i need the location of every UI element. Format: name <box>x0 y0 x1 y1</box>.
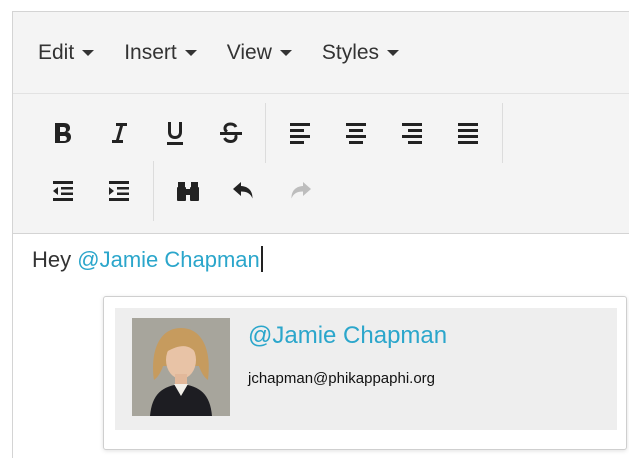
redo-icon <box>291 182 311 199</box>
undo-icon <box>233 182 253 199</box>
bold-button[interactable] <box>35 110 91 156</box>
align-justify-button[interactable] <box>440 110 496 156</box>
strikethrough-icon <box>220 122 242 144</box>
menu-insert[interactable]: Insert <box>124 41 197 65</box>
caret-down-icon <box>184 49 197 56</box>
align-left-icon <box>290 123 310 144</box>
editor-content[interactable]: Hey @Jamie Chapman <box>32 246 263 273</box>
toolbar-separator <box>265 103 266 163</box>
suggestion-item[interactable]: @Jamie Chapman jchapman@phikappaphi.org <box>115 308 617 430</box>
toolbar-separator <box>502 103 503 163</box>
caret-down-icon <box>387 49 400 56</box>
avatar <box>132 318 230 416</box>
outdent-button[interactable] <box>35 168 91 214</box>
align-right-button[interactable] <box>384 110 440 156</box>
menu-styles-label: Styles <box>321 40 380 64</box>
text-cursor <box>260 246 263 272</box>
indent-icon <box>109 181 129 201</box>
align-left-button[interactable] <box>272 110 328 156</box>
menu-edit-label: Edit <box>38 40 75 64</box>
outdent-icon <box>53 181 73 201</box>
menu-styles[interactable]: Styles <box>321 40 400 65</box>
toolbar-separator <box>153 161 154 221</box>
formatting-toolbar <box>13 94 629 234</box>
menu-bar: Edit Insert View Styles <box>13 12 629 94</box>
mention-tag: @Jamie Chapman <box>77 247 260 272</box>
menu-view-label: View <box>226 40 272 64</box>
menu-view[interactable]: View <box>227 41 292 65</box>
find-button[interactable] <box>160 168 216 214</box>
binoculars-icon <box>177 182 199 201</box>
align-center-icon <box>346 123 366 144</box>
undo-button[interactable] <box>216 168 272 214</box>
caret-down-icon <box>82 49 95 56</box>
suggestion-name: @Jamie Chapman <box>248 322 448 349</box>
align-justify-icon <box>458 123 478 144</box>
mention-suggestions-popup: @Jamie Chapman jchapman@phikappaphi.org <box>103 296 627 450</box>
align-right-icon <box>402 123 422 144</box>
redo-button[interactable] <box>272 168 328 214</box>
menu-edit[interactable]: Edit <box>38 40 95 65</box>
underline-button[interactable] <box>147 110 203 156</box>
indent-button[interactable] <box>91 168 147 214</box>
underline-icon <box>167 122 183 145</box>
italic-icon <box>112 123 127 143</box>
bold-icon <box>55 123 71 143</box>
align-center-button[interactable] <box>328 110 384 156</box>
content-text: Hey <box>32 247 78 272</box>
strikethrough-button[interactable] <box>203 110 259 156</box>
caret-down-icon <box>279 49 292 56</box>
suggestion-email: jchapman@phikappaphi.org <box>248 370 436 387</box>
italic-button[interactable] <box>91 110 147 156</box>
menu-insert-label: Insert <box>124 40 177 64</box>
